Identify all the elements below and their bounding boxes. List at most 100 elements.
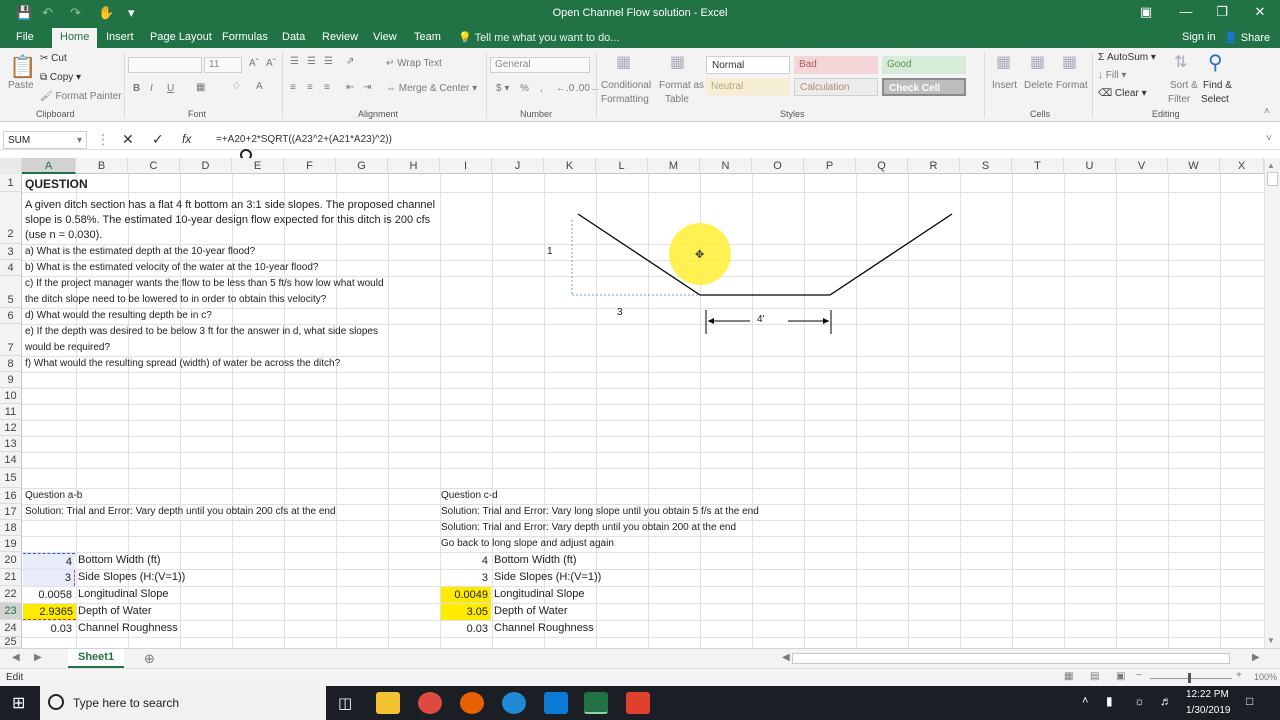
font-size-box[interactable]: 11	[204, 57, 242, 73]
collapse-ribbon-icon[interactable]: ˄	[1264, 106, 1270, 117]
hscroll-left-icon[interactable]: ◀	[782, 652, 790, 663]
cell-b20[interactable]: Bottom Width (ft)	[78, 554, 161, 566]
cell-a17[interactable]: Solution: Trial and Error: Vary depth un…	[25, 506, 336, 517]
col-header-s[interactable]: S	[960, 158, 1012, 174]
cell-a23[interactable]: 2.9365	[23, 604, 76, 620]
page-layout-view-icon[interactable]: ▤	[1090, 671, 1099, 682]
col-header-v[interactable]: V	[1116, 158, 1168, 174]
cell-i17[interactable]: Solution: Trial and Error: Vary long slo…	[441, 506, 759, 517]
tab-insert[interactable]: Insert	[106, 31, 134, 43]
conditional-formatting-icon[interactable]: ▦	[616, 52, 631, 72]
cell-b22[interactable]: Longitudinal Slope	[78, 588, 169, 600]
row-header-22[interactable]: 22	[0, 586, 22, 603]
find-select-label-2[interactable]: Select	[1201, 94, 1229, 105]
name-box[interactable]: SUM ▾	[3, 131, 87, 149]
cell-i21[interactable]: 3	[441, 570, 491, 586]
row-header-16[interactable]: 16	[0, 488, 22, 504]
col-header-m[interactable]: M	[648, 158, 700, 174]
tab-view[interactable]: View	[373, 31, 397, 43]
style-neutral[interactable]: Neutral	[706, 78, 790, 96]
row-header-2[interactable]: 2	[0, 192, 22, 244]
col-header-x[interactable]: X	[1220, 158, 1264, 174]
expand-formula-icon[interactable]: ˅	[1266, 133, 1272, 144]
cell-a24[interactable]: 0.03	[23, 621, 75, 637]
col-header-a[interactable]: A	[22, 158, 76, 174]
col-header-e[interactable]: E	[232, 158, 284, 174]
format-as-table-icon[interactable]: ▦	[670, 52, 685, 72]
page-break-view-icon[interactable]: ▣	[1116, 671, 1125, 682]
paste-label[interactable]: Paste	[8, 80, 34, 91]
row-header-24[interactable]: 24	[0, 620, 22, 637]
delete-cells-label[interactable]: Delete	[1024, 80, 1053, 91]
cell-i22[interactable]: 0.0049	[441, 587, 491, 603]
row-header-9[interactable]: 9	[0, 372, 22, 388]
col-header-t[interactable]: T	[1012, 158, 1064, 174]
find-select-icon[interactable]: ⚲	[1208, 50, 1223, 75]
format-painter-button[interactable]: 🖌 Format Painter	[40, 91, 122, 102]
cell-j22[interactable]: Longitudinal Slope	[494, 588, 585, 600]
cut-button[interactable]: ✂ Cut	[40, 53, 67, 64]
ribbon-display-icon[interactable]: ▣	[1126, 4, 1166, 20]
cell-j24[interactable]: Channel Roughness	[494, 622, 594, 634]
format-cells-label[interactable]: Format	[1056, 80, 1088, 91]
next-sheet-icon[interactable]: ▶	[34, 652, 42, 663]
col-header-f[interactable]: F	[284, 158, 336, 174]
app-taskbar-icon[interactable]	[626, 692, 650, 714]
comma-icon[interactable]: ,	[540, 83, 543, 94]
taskbar-search-box[interactable]: Type here to search	[40, 686, 326, 720]
cell-j23[interactable]: Depth of Water	[494, 605, 568, 617]
grow-font-icon[interactable]: Aˆ	[249, 58, 259, 69]
cell-a8[interactable]: f) What would the resulting spread (widt…	[25, 358, 340, 369]
cell-a2-line1[interactable]: A given ditch section has a flat 4 ft bo…	[25, 199, 435, 211]
row-header-21[interactable]: 21	[0, 569, 22, 586]
tab-review[interactable]: Review	[322, 31, 358, 43]
col-header-b[interactable]: B	[76, 158, 128, 174]
cell-a2-line3[interactable]: (use n = 0.030).	[25, 229, 102, 241]
row-header-6[interactable]: 6	[0, 308, 22, 324]
cell-a5-line1[interactable]: c) If the project manager wants the flow…	[25, 278, 384, 289]
normal-view-icon[interactable]: ▦	[1064, 671, 1073, 682]
increase-indent-icon[interactable]: ⇥	[363, 82, 371, 93]
insert-cells-label[interactable]: Insert	[992, 80, 1017, 91]
cell-a22[interactable]: 0.0058	[23, 587, 75, 603]
row-header-11[interactable]: 11	[0, 404, 22, 420]
sort-filter-icon[interactable]: ⇅	[1174, 52, 1187, 72]
orientation-icon[interactable]: ⇗	[346, 56, 354, 67]
battery-icon[interactable]: ▮	[1106, 694, 1113, 708]
edge-icon[interactable]	[544, 692, 568, 714]
cell-i20[interactable]: 4	[441, 553, 491, 569]
excel-taskbar-icon[interactable]	[584, 692, 608, 714]
merge-center-button[interactable]: ⇔ Merge & Center ▾	[386, 83, 477, 94]
cell-i23[interactable]: 3.05	[441, 604, 491, 620]
style-check-cell[interactable]: Check Cell	[882, 78, 966, 96]
bold-icon[interactable]: B	[133, 83, 140, 94]
scroll-up-icon[interactable]: ▲	[1267, 161, 1275, 170]
fill-color-icon[interactable]: ♢	[232, 81, 241, 92]
format-cells-icon[interactable]: ▦	[1062, 52, 1077, 72]
row-header-7[interactable]: 7	[0, 324, 22, 356]
paste-icon[interactable]: 📋	[9, 54, 36, 80]
cell-i16[interactable]: Question c-d	[441, 490, 498, 501]
percent-icon[interactable]: %	[520, 83, 529, 94]
conditional-formatting-label-1[interactable]: Conditional	[601, 80, 651, 91]
number-format-box[interactable]: General	[490, 57, 590, 73]
formula-input[interactable]: =+A20+2*SQRT((A23^2+(A21*A23)^2))	[216, 134, 392, 145]
cell-j20[interactable]: Bottom Width (ft)	[494, 554, 577, 566]
style-good[interactable]: Good	[882, 56, 966, 74]
font-color-icon[interactable]: A	[256, 81, 263, 92]
cell-i18[interactable]: Solution: Trial and Error: Vary depth un…	[441, 522, 736, 533]
col-header-q[interactable]: Q	[856, 158, 908, 174]
col-header-l[interactable]: L	[596, 158, 648, 174]
copy-button[interactable]: ⧉ Copy ▾	[40, 72, 81, 83]
tab-home[interactable]: Home	[52, 28, 98, 48]
prev-sheet-icon[interactable]: ◀	[12, 652, 20, 663]
col-header-r[interactable]: R	[908, 158, 960, 174]
windows-start-icon[interactable]: ⊞	[12, 693, 25, 713]
font-name-box[interactable]	[128, 57, 202, 73]
row-header-13[interactable]: 13	[0, 436, 22, 452]
delete-cells-icon[interactable]: ▦	[1030, 52, 1045, 72]
tab-data[interactable]: Data	[282, 31, 305, 43]
tell-me-box[interactable]: 💡 Tell me what you want to do...	[458, 31, 619, 44]
align-right-icon[interactable]: ≡	[324, 82, 330, 93]
new-sheet-icon[interactable]: ⊕	[144, 651, 155, 667]
